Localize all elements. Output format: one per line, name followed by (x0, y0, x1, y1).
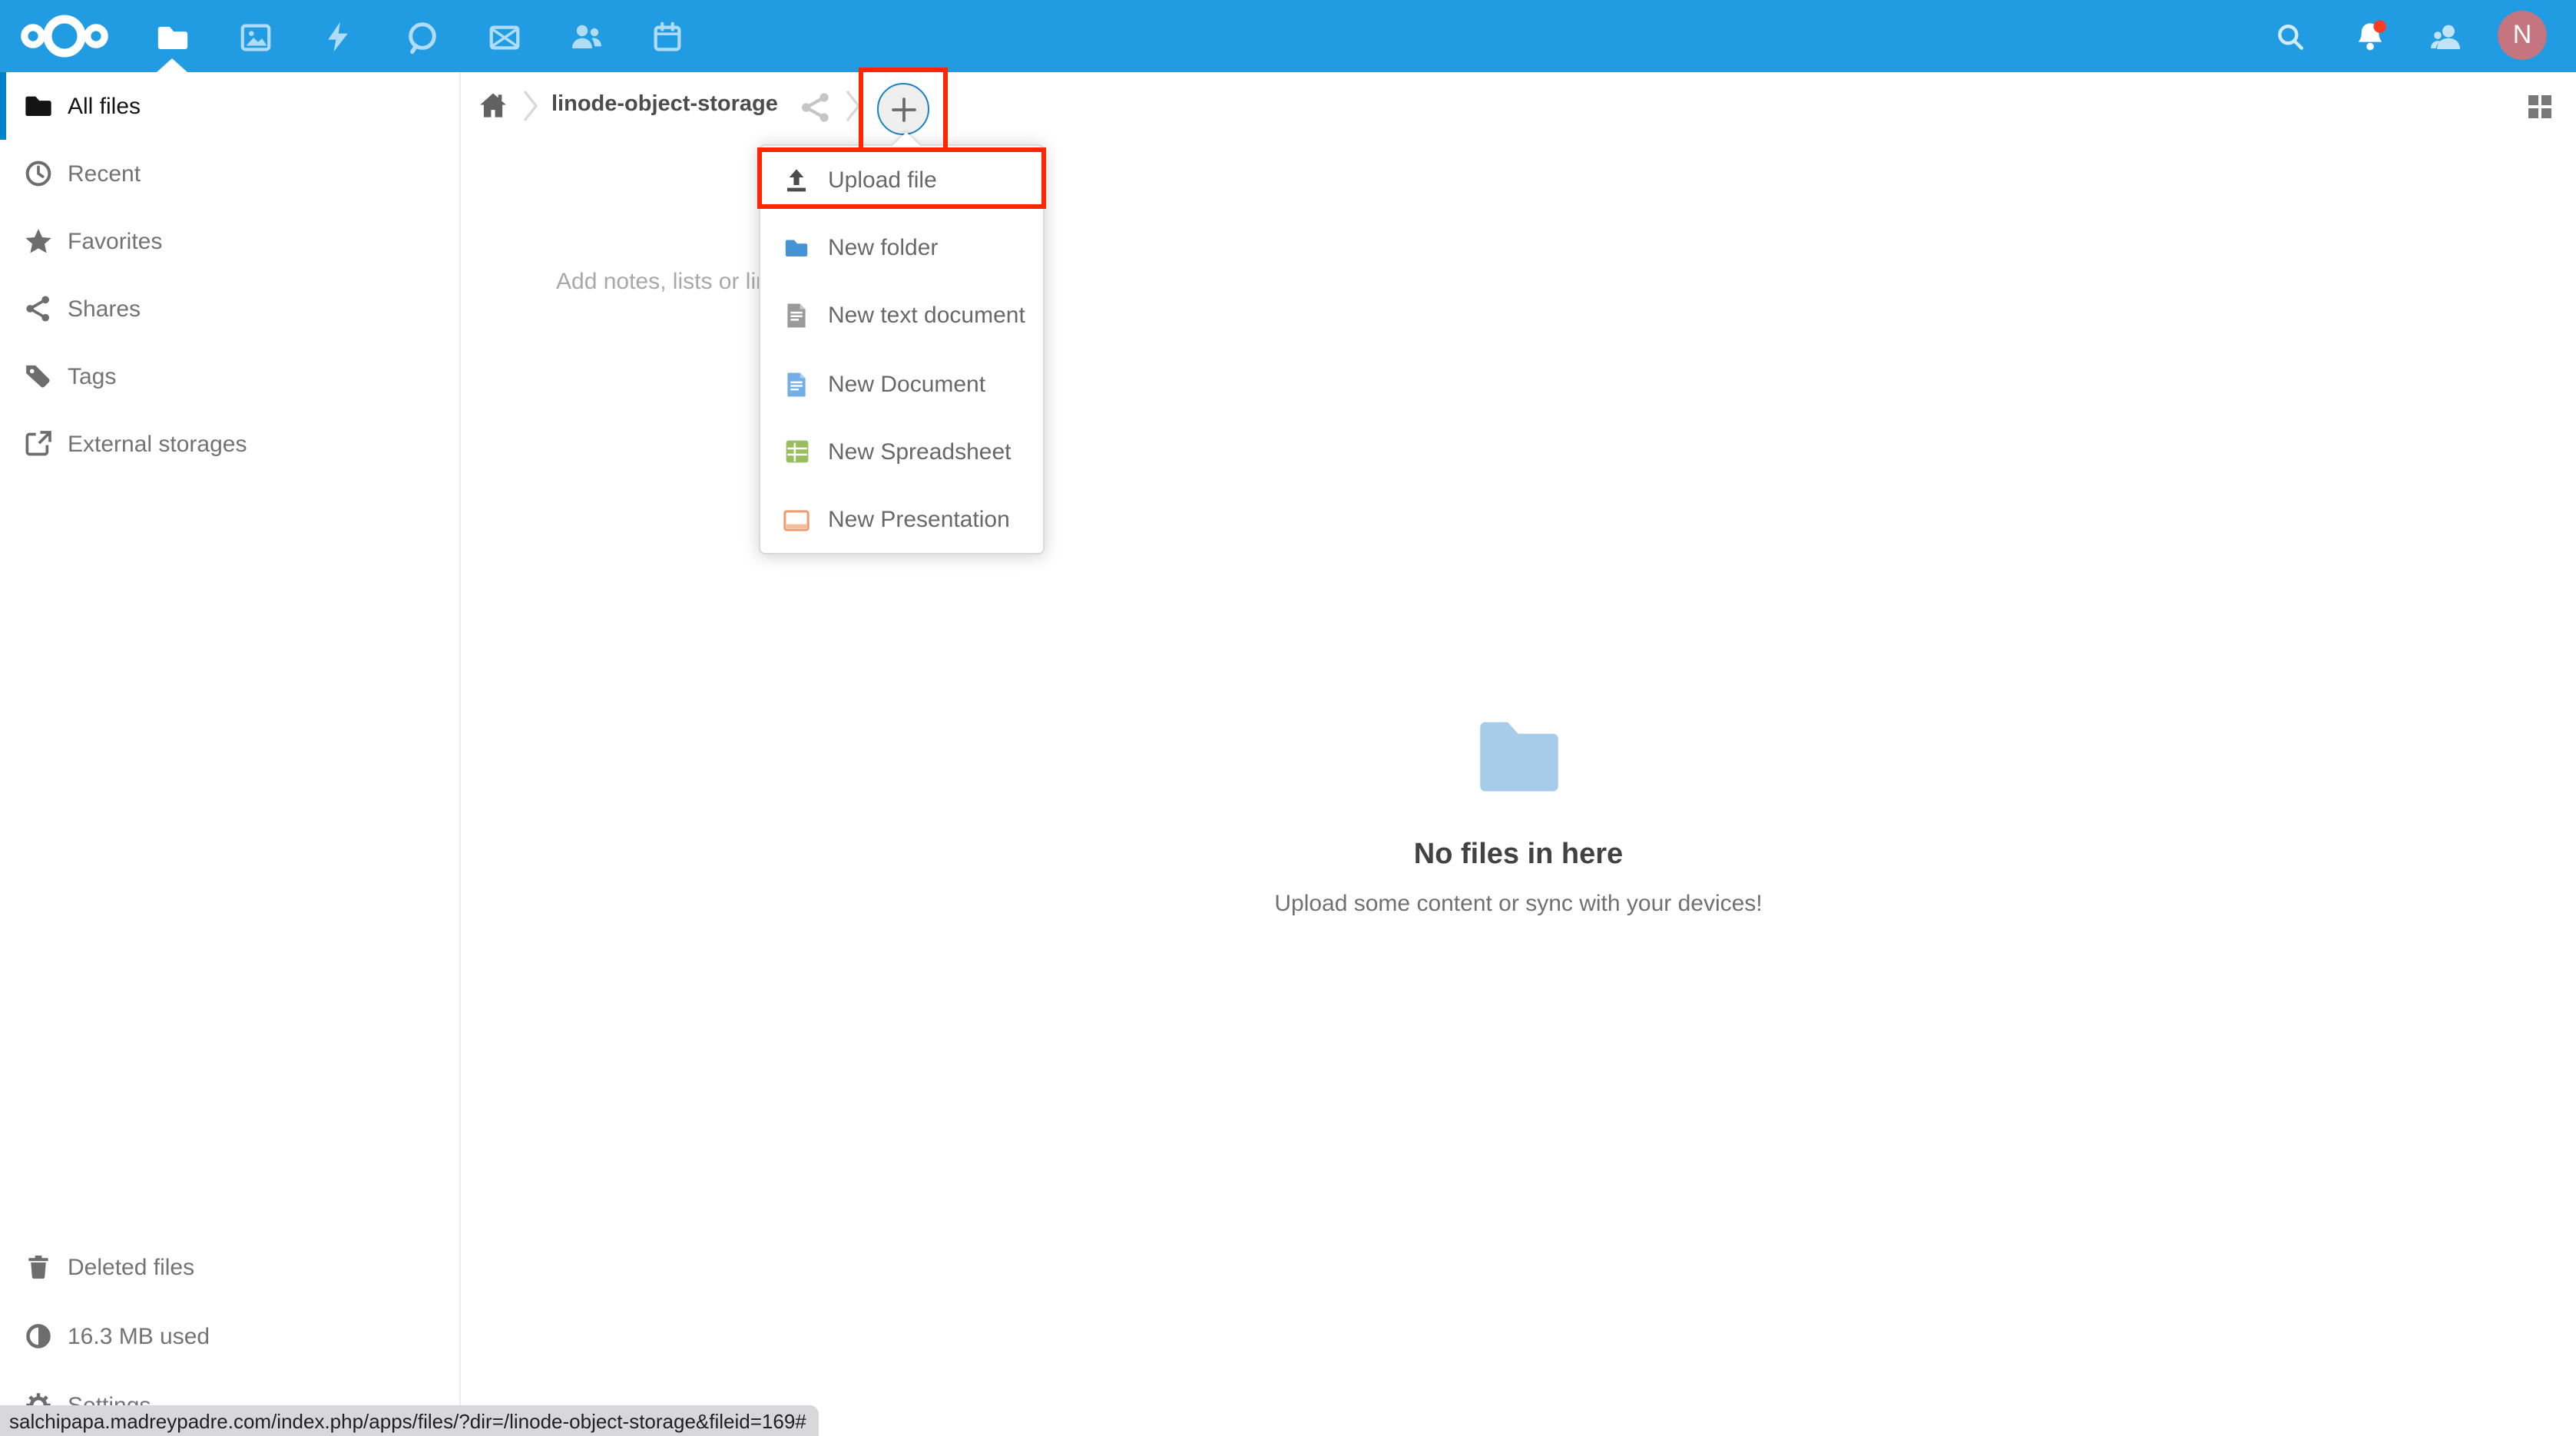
tag-icon (23, 361, 54, 392)
menu-caret (892, 132, 920, 146)
avatar[interactable]: N (2498, 11, 2547, 60)
sidebar-item-label: Tags (68, 363, 116, 389)
folder-icon (154, 19, 190, 55)
grid-view-icon (2526, 93, 2552, 119)
empty-folder-icon (1474, 714, 1563, 797)
upload-icon (783, 167, 810, 193)
sidebar-item-label: 16.3 MB used (68, 1323, 210, 1349)
menu-item-label: New Document (828, 371, 985, 397)
notification-dot (2373, 20, 2386, 32)
app-calendar-button[interactable] (636, 6, 697, 68)
notifications-button[interactable] (2339, 6, 2401, 68)
quota-pie-icon (23, 1321, 54, 1352)
active-app-indicator (157, 58, 187, 72)
share-icon (23, 293, 54, 324)
bell-icon (2352, 18, 2389, 55)
sidebar-item-label: All files (68, 93, 141, 119)
presentation-icon (783, 507, 810, 533)
external-link-icon (23, 428, 54, 459)
menu-item-label: New Presentation (828, 507, 1010, 533)
sidebar-item-label: External storages (68, 431, 247, 457)
contacts-menu-button[interactable] (2415, 6, 2476, 68)
text-document-icon (783, 303, 810, 329)
sidebar-item-label: Deleted files (68, 1254, 194, 1280)
menu-item-label: New folder (828, 235, 938, 261)
empty-folder-state: No files in here Upload some content or … (461, 714, 2576, 917)
search-icon (2273, 20, 2307, 54)
empty-state-subtitle: Upload some content or sync with your de… (461, 891, 2576, 917)
nextcloud-files-page: N All files Recent Favorites Share (0, 0, 2576, 1436)
avatar-letter: N (2513, 20, 2532, 51)
status-url: salchipapa.madreypadre.com/index.php/app… (9, 1409, 806, 1432)
star-icon (23, 226, 54, 256)
sidebar-item-quota[interactable]: 16.3 MB used (0, 1302, 459, 1370)
app-talk-button[interactable] (390, 6, 452, 68)
sidebar-item-label: Shares (68, 296, 141, 322)
chevron-right-icon (845, 89, 862, 123)
new-file-plus-button[interactable] (877, 83, 929, 135)
menu-item-new-folder[interactable]: New folder (760, 214, 1043, 283)
sidebar-item-all-files[interactable]: All files (0, 72, 459, 140)
sidebar-item-tags[interactable]: Tags (0, 342, 459, 410)
nextcloud-logo-icon[interactable] (20, 11, 109, 61)
document-icon (783, 371, 810, 397)
breadcrumb: linode-object-storage (461, 72, 2576, 140)
contacts-menu-icon (2427, 18, 2464, 55)
talk-icon (403, 19, 439, 55)
app-photos-button[interactable] (224, 6, 286, 68)
grid-view-toggle-button[interactable] (2521, 88, 2558, 124)
share-icon[interactable] (797, 89, 834, 126)
folder-icon (23, 91, 54, 121)
app-contacts-button[interactable] (556, 6, 618, 68)
files-sidebar: All files Recent Favorites Shares Tags (0, 72, 461, 1436)
browser-status-bar: salchipapa.madreypadre.com/index.php/app… (0, 1405, 819, 1436)
menu-item-new-spreadsheet[interactable]: New Spreadsheet (760, 418, 1043, 486)
new-file-menu: Upload file New folder New text document (759, 144, 1045, 554)
folder-icon (783, 235, 810, 261)
menu-item-new-text-document[interactable]: New text document (760, 282, 1043, 350)
search-button[interactable] (2260, 6, 2321, 68)
mail-icon (486, 19, 521, 55)
menu-item-label: Upload file (828, 167, 937, 193)
photos-icon (237, 19, 273, 55)
sidebar-item-external-storages[interactable]: External storages (0, 410, 459, 478)
menu-item-new-document[interactable]: New Document (760, 350, 1043, 419)
menu-item-new-presentation[interactable]: New Presentation (760, 486, 1043, 554)
app-activity-button[interactable] (307, 6, 369, 68)
home-icon[interactable] (476, 89, 510, 123)
plus-icon (890, 96, 916, 122)
sidebar-item-deleted-files[interactable]: Deleted files (0, 1233, 459, 1301)
empty-state-title: No files in here (461, 839, 2576, 872)
activity-icon (321, 20, 355, 54)
sidebar-item-label: Favorites (68, 228, 162, 254)
sidebar-item-shares[interactable]: Shares (0, 275, 459, 342)
breadcrumb-folder-name[interactable]: linode-object-storage (551, 92, 778, 117)
sidebar-item-label: Recent (68, 160, 141, 187)
contacts-icon (568, 18, 605, 55)
app-mail-button[interactable] (473, 6, 535, 68)
menu-item-upload-file[interactable]: Upload file (760, 146, 1043, 214)
sidebar-item-favorites[interactable]: Favorites (0, 207, 459, 275)
top-header-bar: N (0, 0, 2576, 72)
spreadsheet-icon (783, 439, 810, 465)
workspace-notes-placeholder[interactable]: Add notes, lists or lin (556, 269, 769, 295)
trash-icon (23, 1252, 54, 1282)
calendar-icon (649, 19, 684, 55)
sidebar-item-recent[interactable]: Recent (0, 140, 459, 207)
clock-icon (23, 158, 54, 189)
chevron-right-icon (522, 89, 539, 123)
menu-item-label: New Spreadsheet (828, 439, 1012, 465)
menu-item-label: New text document (828, 303, 1025, 329)
